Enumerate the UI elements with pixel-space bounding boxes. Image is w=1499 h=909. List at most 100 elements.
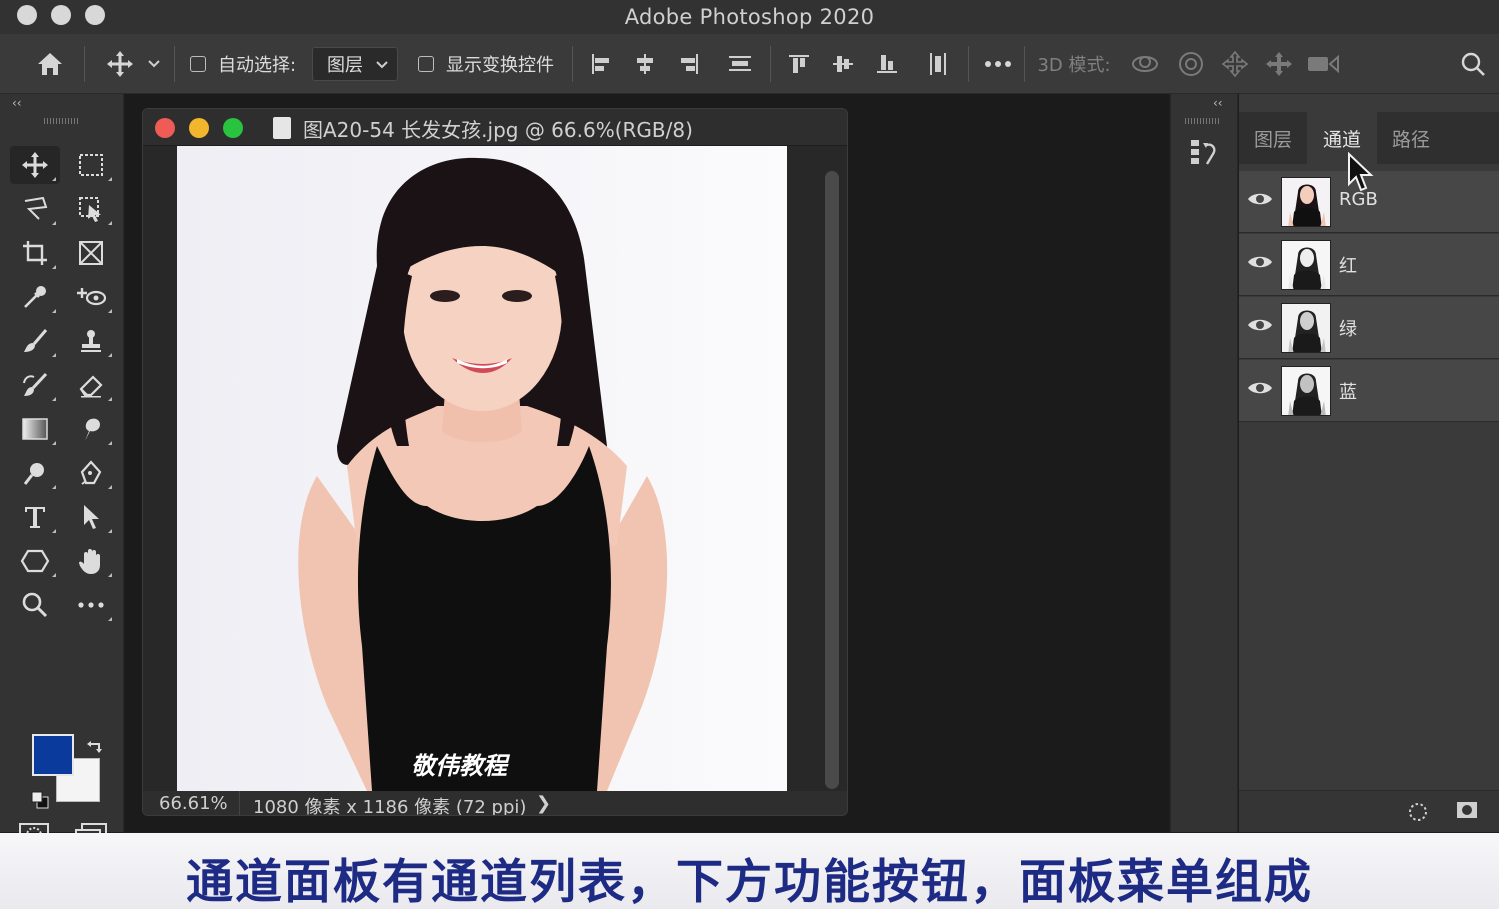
toolbar-grip[interactable]	[44, 118, 78, 124]
arrow-select-icon	[84, 505, 99, 529]
frame-tool[interactable]	[66, 234, 116, 272]
search-button[interactable]	[1456, 34, 1490, 94]
align-left-button[interactable]	[586, 34, 616, 94]
gradient-icon	[22, 418, 48, 440]
dodge-icon	[23, 463, 44, 485]
brush-icon	[24, 329, 48, 352]
orbit-3d-button[interactable]	[1128, 34, 1162, 94]
video-caption-bar: 通道面板有通道列表，下方功能按钮，面板菜单组成	[0, 833, 1499, 909]
auto-select-target-value: 图层	[327, 55, 363, 76]
app-title: Adobe Photoshop 2020	[624, 5, 875, 29]
auto-select-checkbox[interactable]	[188, 34, 208, 94]
visibility-eye-icon[interactable]	[1247, 317, 1273, 333]
crop-icon	[23, 241, 47, 265]
crop-tool[interactable]	[10, 234, 60, 272]
spot-healing-tool[interactable]	[66, 278, 116, 316]
zoom-tool[interactable]	[10, 586, 60, 624]
align-right-icon	[681, 54, 698, 74]
mode-3d-label: 3D 模式:	[1037, 55, 1111, 76]
document-info: 1080 像素 x 1186 像素 (72 ppi)	[253, 797, 527, 816]
zoom-level[interactable]: 66.61%	[159, 793, 228, 814]
mouse-cursor-icon	[1348, 152, 1374, 192]
align-right-button[interactable]	[674, 34, 704, 94]
more-options-button[interactable]	[980, 34, 1016, 94]
history-brush-icon	[23, 372, 48, 396]
show-transform-checkbox[interactable]	[416, 34, 436, 94]
window-titlebar: Adobe Photoshop 2020	[0, 0, 1499, 34]
align-top-button[interactable]	[784, 34, 814, 94]
align-bottom-button[interactable]	[872, 34, 902, 94]
close-document-button[interactable]	[155, 118, 175, 138]
save-selection-as-channel-button[interactable]	[1455, 799, 1479, 825]
move-tool[interactable]	[10, 146, 60, 184]
hand-icon	[79, 549, 100, 574]
zoom-document-button[interactable]	[223, 118, 243, 138]
brush-tool[interactable]	[10, 322, 60, 360]
type-icon	[25, 507, 45, 528]
align-horizontal-center-button[interactable]	[630, 34, 660, 94]
channel-row-red[interactable]: 红	[1239, 234, 1499, 296]
pan-3d-icon	[1221, 50, 1249, 78]
eraser-tool[interactable]	[66, 366, 116, 404]
channel-row-green[interactable]: 绿	[1239, 297, 1499, 359]
visibility-eye-icon[interactable]	[1247, 254, 1273, 270]
pan-3d-button[interactable]	[1218, 34, 1252, 94]
panel-dock-strip: ‹‹	[1170, 94, 1238, 832]
align-vertical-center-button[interactable]	[828, 34, 858, 94]
tab-layers[interactable]: 图层	[1239, 112, 1307, 164]
home-button[interactable]	[30, 34, 70, 94]
tool-preset-dropdown[interactable]	[144, 34, 164, 94]
minimize-document-button[interactable]	[189, 118, 209, 138]
document-tab[interactable]: 图A20-54 长发女孩.jpg @ 66.6%(RGB/8)	[143, 109, 847, 146]
dodge-tool[interactable]	[10, 454, 60, 492]
collapse-dock-button[interactable]: ‹‹	[1213, 96, 1223, 110]
type-tool[interactable]	[10, 498, 60, 536]
image-canvas[interactable]: 敬伟教程	[177, 146, 787, 791]
status-menu-arrow[interactable]: ❯	[536, 793, 551, 814]
distribute-vertical-button[interactable]	[724, 34, 756, 94]
lasso-icon	[24, 196, 48, 220]
visibility-eye-icon[interactable]	[1247, 191, 1273, 207]
options-bar: 自动选择: 图层 显示变换控件 3D 模式:	[0, 34, 1499, 94]
clone-stamp-tool[interactable]	[66, 322, 116, 360]
rectangular-marquee-tool[interactable]	[66, 146, 116, 184]
smudge-tool[interactable]	[66, 410, 116, 448]
gradient-tool[interactable]	[10, 410, 60, 448]
channels-panel-footer	[1239, 790, 1499, 832]
channel-name: 绿	[1339, 319, 1357, 340]
foreground-color-swatch[interactable]	[32, 734, 74, 776]
slide-3d-icon	[1266, 52, 1292, 76]
distribute-horizontal-button[interactable]	[922, 34, 954, 94]
dock-grip[interactable]	[1185, 118, 1221, 124]
load-channel-as-selection-button[interactable]	[1407, 801, 1429, 827]
roll-3d-button[interactable]	[1174, 34, 1208, 94]
eyedropper-tool[interactable]	[10, 278, 60, 316]
channel-thumbnail	[1281, 177, 1331, 227]
pen-tool[interactable]	[66, 454, 116, 492]
swap-colors-button[interactable]	[86, 738, 104, 760]
pen-icon	[80, 460, 102, 485]
video-camera-icon	[1308, 54, 1339, 74]
path-selection-tool[interactable]	[66, 498, 116, 536]
auto-select-target-dropdown[interactable]: 图层	[312, 47, 398, 81]
default-colors-button[interactable]	[30, 790, 50, 814]
collapse-toolbar-button[interactable]: ‹‹	[12, 96, 22, 110]
auto-select-label: 自动选择:	[217, 55, 297, 76]
polygon-tool[interactable]	[10, 542, 60, 580]
slide-3d-button[interactable]	[1262, 34, 1296, 94]
history-brush-tool[interactable]	[10, 366, 60, 404]
move-tool-preset-button[interactable]	[100, 34, 140, 94]
vertical-scrollbar[interactable]	[825, 171, 839, 789]
tab-paths[interactable]: 路径	[1377, 112, 1445, 164]
more-tools-button[interactable]	[66, 586, 116, 624]
channel-row-blue[interactable]: 蓝	[1239, 360, 1499, 422]
visibility-eye-icon[interactable]	[1247, 380, 1273, 396]
scale-3d-button[interactable]	[1304, 34, 1342, 94]
lasso-tool[interactable]	[10, 190, 60, 228]
align-center-icon	[637, 54, 653, 74]
align-left-icon	[592, 54, 609, 74]
frame-icon	[79, 241, 103, 265]
history-panel-button[interactable]	[1189, 138, 1219, 172]
hand-tool[interactable]	[66, 542, 116, 580]
object-selection-tool[interactable]	[66, 190, 116, 228]
